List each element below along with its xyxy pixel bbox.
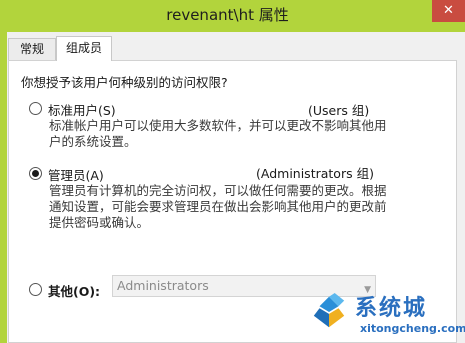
watermark: 系统城 xitongcheng.com bbox=[300, 290, 465, 343]
access-prompt: 你想授予该用户何种级别的访问权限? bbox=[21, 75, 228, 90]
close-button[interactable]: ✕ bbox=[432, 0, 465, 22]
administrator-description: 管理员有计算机的完全访问权，可以做任何需要的更改。根据 通知设置，可能会要求管理… bbox=[49, 183, 394, 231]
users-group-tag: (Users 组) bbox=[308, 103, 370, 118]
standard-user-description: 标准帐户用户可以使用大多数软件，并可以更改不影响其他用 户的系统设置。 bbox=[49, 118, 389, 150]
window-title: revenant\ht 属性 bbox=[166, 6, 289, 24]
radio-label: 管理员(A) bbox=[48, 168, 104, 183]
watermark-logo-icon bbox=[313, 293, 345, 328]
watermark-url: xitongcheng.com bbox=[360, 322, 465, 335]
tab-group-membership[interactable]: 组成员 bbox=[56, 36, 112, 61]
description-line: 户的系统设置。 bbox=[49, 134, 137, 149]
title-bar[interactable]: revenant\ht 属性 ✕ bbox=[0, 0, 465, 32]
radio-label: 其他(O): bbox=[48, 284, 101, 299]
radio-button[interactable] bbox=[29, 167, 42, 180]
description-line: 标准帐户用户可以使用大多数软件，并可以更改不影响其他用 bbox=[49, 118, 387, 133]
watermark-title: 系统城 bbox=[355, 296, 428, 321]
radio-button[interactable] bbox=[29, 102, 42, 115]
administrators-group-tag: (Administrators 组) bbox=[256, 166, 374, 181]
radio-label: 标准用户(S) bbox=[48, 103, 116, 118]
description-line: 提供密码或确认。 bbox=[49, 215, 150, 230]
group-select-value: Administrators bbox=[117, 278, 209, 293]
radio-button[interactable] bbox=[29, 283, 42, 296]
tab-general[interactable]: 常规 bbox=[8, 38, 56, 60]
description-line: 管理员有计算机的完全访问权，可以做任何需要的更改。根据 bbox=[49, 183, 387, 198]
description-line: 通知设置，可能会要求管理员在做出会影响其他用户的更改前 bbox=[49, 199, 387, 214]
close-icon: ✕ bbox=[443, 3, 454, 18]
